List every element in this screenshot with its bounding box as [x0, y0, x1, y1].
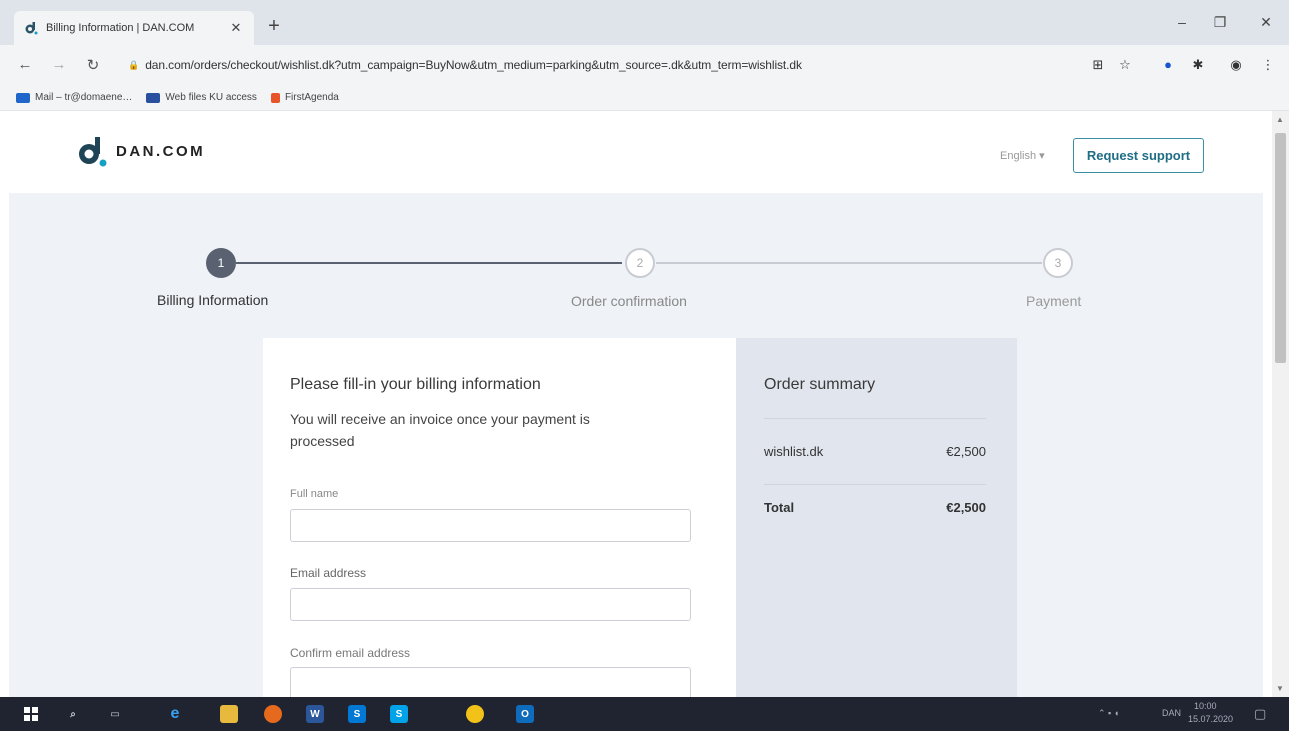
tray-icons[interactable]: ⌃ ▪ ◖	[1098, 708, 1119, 719]
language-selector[interactable]: English ▾	[1000, 149, 1045, 162]
edge-icon[interactable]: e	[166, 705, 184, 723]
tab-title: Billing Information | DAN.COM	[46, 22, 195, 34]
word-icon[interactable]: W	[306, 705, 324, 723]
request-support-button[interactable]: Request support	[1073, 138, 1204, 173]
minimize-icon[interactable]: –	[1172, 14, 1192, 30]
logo-wordmark: DAN.COM	[116, 142, 206, 160]
item-name: wishlist.dk	[764, 444, 824, 459]
outlook-icon	[16, 92, 30, 103]
confirm-email-label: Confirm email address	[290, 646, 411, 660]
bookmark-label: Mail – tr@domaene…	[35, 92, 133, 103]
bookmark-firstagenda[interactable]: FirstAgenda	[270, 92, 339, 103]
clock-time[interactable]: 10:00	[1194, 701, 1217, 711]
forward-arrow-icon[interactable]: →	[50, 56, 68, 73]
dan-logo[interactable]: DAN.COM	[76, 135, 205, 167]
summary-divider	[764, 418, 986, 419]
search-icon[interactable]: ⌕	[64, 705, 82, 723]
step-3-label: Payment	[1026, 293, 1082, 309]
bookmarks-bar: Mail – tr@domaene… Web files KU access F…	[0, 85, 1289, 111]
bookmark-mail[interactable]: Mail – tr@domaene…	[16, 92, 132, 103]
step-connector-2	[656, 262, 1042, 264]
browser-toolbar: ← → ↻ 🔒 dan.com/orders/checkout/wishlist…	[0, 45, 1289, 85]
order-summary-title: Order summary	[764, 376, 876, 393]
chrome-icon[interactable]	[466, 705, 484, 723]
scroll-up-icon[interactable]: ▲	[1276, 115, 1284, 124]
menu-kebab-icon[interactable]: ⋮	[1260, 57, 1276, 73]
back-arrow-icon[interactable]: ←	[16, 56, 34, 73]
windows-start-icon[interactable]	[22, 705, 40, 723]
skype-icon[interactable]: S	[348, 705, 366, 723]
summary-item-row: wishlist.dk €2,500	[764, 444, 986, 459]
summary-divider	[764, 484, 986, 485]
restore-icon[interactable]: ❐	[1210, 14, 1230, 31]
step-2-label: Order confirmation	[571, 293, 687, 309]
item-price: €2,500	[946, 444, 986, 459]
bookmark-label: FirstAgenda	[284, 92, 339, 103]
form-subtitle: You will receive an invoice once your pa…	[290, 411, 590, 449]
total-price: €2,500	[946, 500, 986, 515]
total-label: Total	[764, 500, 795, 515]
order-summary: Order summary wishlist.dk €2,500 Total €…	[736, 338, 1017, 697]
step-3-indicator: 3	[1043, 248, 1073, 278]
input-language[interactable]: DAN	[1162, 708, 1181, 718]
file-explorer-icon[interactable]	[220, 705, 238, 723]
ku-icon	[146, 92, 161, 103]
dan-favicon-icon	[24, 21, 38, 35]
billing-form: Please fill-in your billing information …	[263, 338, 736, 697]
url-text: dan.com/orders/checkout/wishlist.dk?utm_…	[145, 58, 802, 72]
step-1-label: Billing Information	[157, 292, 269, 308]
full-name-input[interactable]	[290, 509, 691, 542]
firstagenda-icon	[270, 92, 280, 103]
extensions-puzzle-icon[interactable]: ✱	[1190, 57, 1206, 73]
extension-circle-icon[interactable]: ●	[1160, 57, 1176, 73]
summary-total-row: Total €2,500	[764, 500, 986, 515]
dan-logo-icon	[79, 137, 107, 167]
address-bar[interactable]: 🔒 dan.com/orders/checkout/wishlist.dk?ut…	[118, 52, 1188, 78]
email-input[interactable]	[290, 588, 691, 621]
scroll-down-icon[interactable]: ▼	[1276, 684, 1284, 693]
task-view-icon[interactable]: ▭	[106, 705, 124, 723]
profile-avatar-icon[interactable]: ◉	[1228, 57, 1244, 73]
confirm-email-input[interactable]	[290, 667, 691, 697]
firefox-icon[interactable]	[264, 705, 282, 723]
bookmark-star-icon[interactable]: ☆	[1117, 57, 1133, 73]
lock-icon: 🔒	[128, 59, 140, 70]
reload-icon[interactable]: ↻	[84, 56, 102, 74]
new-tab-button[interactable]: +	[262, 15, 286, 39]
step-2-indicator: 2	[625, 248, 655, 278]
clock-date[interactable]: 15.07.2020	[1188, 714, 1233, 724]
skype-business-icon[interactable]: S	[390, 705, 408, 723]
email-label: Email address	[290, 566, 367, 580]
translate-icon[interactable]: ⊞	[1090, 57, 1106, 73]
notifications-icon[interactable]: ▢	[1254, 706, 1266, 722]
bookmark-web-files[interactable]: Web files KU access	[146, 92, 257, 103]
bookmark-label: Web files KU access	[165, 92, 257, 103]
browser-tab[interactable]: Billing Information | DAN.COM ✕	[14, 11, 254, 45]
form-title: Please fill-in your billing information	[290, 376, 541, 393]
full-name-label: Full name	[290, 488, 339, 500]
windows-taskbar: ⌕ ▭ e W S S O ⌃ ▪ ◖ DAN 10:00 15.07.2020…	[0, 697, 1289, 731]
tab-close-icon[interactable]: ✕	[228, 20, 244, 36]
site-header: DAN.COM English ▾ Request support	[0, 111, 1272, 193]
scrollbar-thumb[interactable]	[1275, 133, 1286, 363]
step-connector-1	[236, 262, 622, 264]
page-viewport: DAN.COM English ▾ Request support 1 2 3 …	[0, 111, 1272, 697]
browser-tab-bar: Billing Information | DAN.COM ✕ + – ❐ ✕	[0, 0, 1289, 45]
page-scrollbar[interactable]: ▲ ▼	[1272, 111, 1289, 697]
step-1-indicator: 1	[206, 248, 236, 278]
window-close-icon[interactable]: ✕	[1256, 14, 1276, 31]
outlook-icon[interactable]: O	[516, 705, 534, 723]
